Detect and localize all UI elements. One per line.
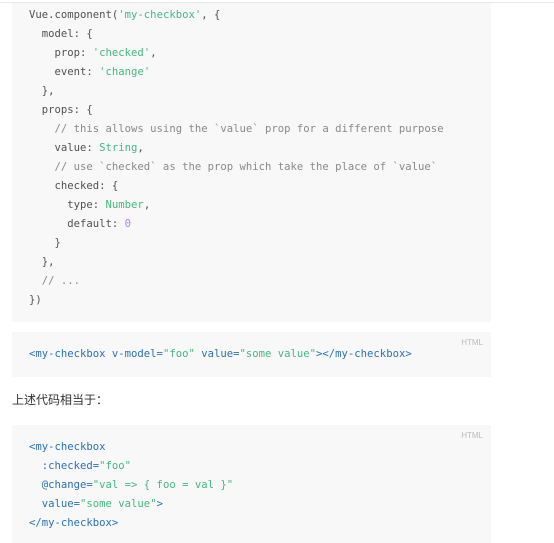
code-line: <my-checkbox xyxy=(29,438,491,457)
code-line: value: String, xyxy=(29,139,491,158)
code-line: // use `checked` as the prop which take … xyxy=(29,158,491,177)
code-string: 'change' xyxy=(99,66,151,78)
code-line: default: 0 xyxy=(29,215,491,234)
code-tag: value= xyxy=(29,498,81,510)
code-block-html-usage: HTML <my-checkbox v-model="foo" value="so… xyxy=(12,332,491,377)
code-token: default: xyxy=(29,218,125,230)
code-string: "foo" xyxy=(99,460,132,472)
code-token: } xyxy=(29,237,61,249)
code-string: Number xyxy=(105,199,144,211)
code-line: type: Number, xyxy=(29,196,491,215)
code-comment: // ... xyxy=(29,275,81,287)
code-tag: @change= xyxy=(29,479,93,491)
code-comment: // this allows using the `value` prop fo… xyxy=(29,123,444,135)
code-line: @change="val => { foo = val }" xyxy=(29,476,491,495)
code-line: value="some value"> xyxy=(29,495,491,514)
code-line: model: { xyxy=(29,25,491,44)
code-line: :checked="foo" xyxy=(29,457,491,476)
code-token: model: { xyxy=(29,28,93,40)
code-string: 'checked' xyxy=(92,47,151,59)
code-block-js: Vue.component('my-checkbox', { model: { … xyxy=(12,3,491,322)
code-token: , xyxy=(150,47,157,59)
code-string: "some value" xyxy=(80,498,157,510)
code-line: // ... xyxy=(29,272,491,291)
paragraph-text: 上述代码相当于： xyxy=(12,393,109,407)
code-token: , xyxy=(137,142,144,154)
code-tag: <my-checkbox xyxy=(29,441,106,453)
code-string: "val => { foo = val }" xyxy=(92,479,234,491)
code-language-label: HTML xyxy=(461,338,483,347)
code-line: }, xyxy=(29,82,491,101)
code-tag: value= xyxy=(194,348,240,360)
code-token: }) xyxy=(29,294,42,306)
code-content: <my-checkbox :checked="foo" @change="val… xyxy=(29,438,491,533)
code-tag: :checked= xyxy=(29,460,100,472)
code-line: // this allows using the `value` prop fo… xyxy=(29,120,491,139)
code-token: event: xyxy=(29,66,100,78)
code-line: Vue.component('my-checkbox', { xyxy=(29,6,491,25)
code-token: }, xyxy=(29,85,55,97)
code-token: type: xyxy=(29,199,106,211)
code-line: }, xyxy=(29,253,491,272)
code-string: 'my-checkbox' xyxy=(118,9,202,21)
code-line: } xyxy=(29,234,491,253)
code-line: event: 'change' xyxy=(29,63,491,82)
code-token: }, xyxy=(29,256,55,268)
code-tag: > xyxy=(156,498,163,510)
code-block-html-equivalent: HTML <my-checkbox :checked="foo" @change=… xyxy=(12,425,491,543)
code-string: "foo" xyxy=(162,348,195,360)
code-string: "some value" xyxy=(239,348,317,360)
code-token: props: { xyxy=(29,104,93,116)
code-token: prop: xyxy=(29,47,93,59)
code-tag: <my-checkbox v-model= xyxy=(29,348,163,360)
code-content: Vue.component('my-checkbox', { model: { … xyxy=(29,6,491,310)
code-token: value: xyxy=(29,142,100,154)
code-string: String xyxy=(99,142,138,154)
code-token: Vue.component( xyxy=(29,9,119,21)
code-tag: ></my-checkbox> xyxy=(316,348,412,360)
code-token: checked: { xyxy=(29,180,119,192)
code-token: , xyxy=(143,199,151,211)
code-language-label: HTML xyxy=(461,431,483,440)
code-comment: // use `checked` as the prop which take … xyxy=(29,161,438,173)
code-line: </my-checkbox> xyxy=(29,514,491,533)
code-tag: </my-checkbox> xyxy=(29,517,119,529)
code-line: }) xyxy=(29,291,491,310)
code-number: 0 xyxy=(124,218,132,230)
code-content: <my-checkbox v-model="foo" value="some v… xyxy=(29,345,491,364)
code-token: , { xyxy=(201,9,221,21)
code-line: <my-checkbox v-model="foo" value="some v… xyxy=(29,345,491,364)
code-line: prop: 'checked', xyxy=(29,44,491,63)
code-line: checked: { xyxy=(29,177,491,196)
code-line: props: { xyxy=(29,101,491,120)
